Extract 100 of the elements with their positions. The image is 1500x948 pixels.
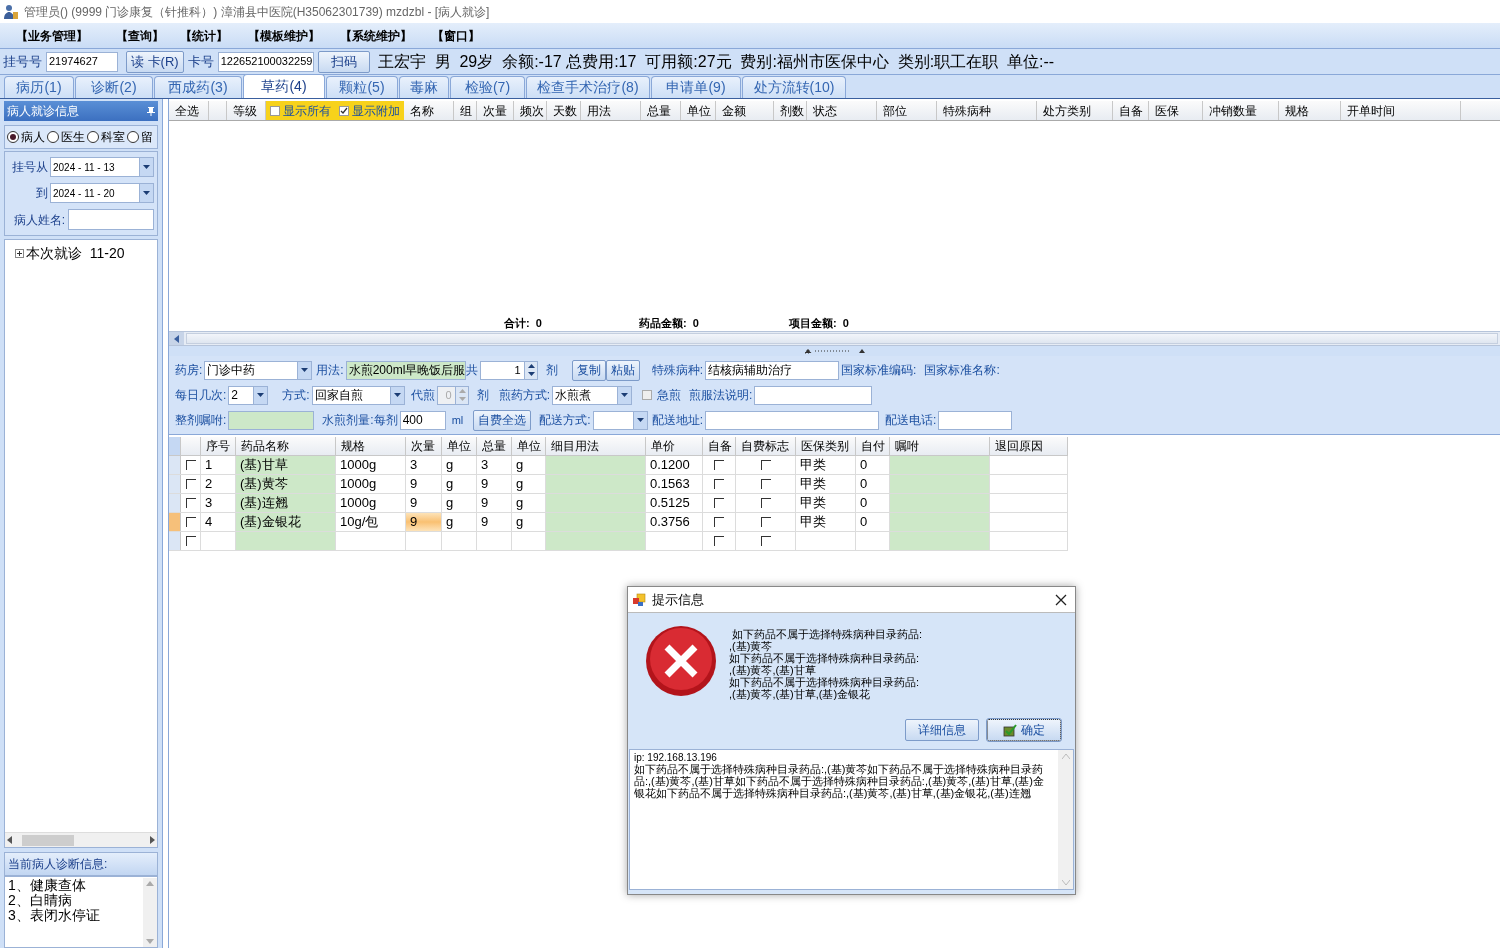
dialog-button[interactable]: 详细信息 [905, 719, 979, 741]
tab[interactable]: 检验(7) [450, 76, 525, 98]
column-header[interactable]: 自备 [1113, 101, 1149, 120]
read-card-button[interactable]: 读 卡(R) [126, 50, 184, 73]
input-field[interactable]: 400 [399, 410, 446, 430]
column-header[interactable]: 全选 [169, 101, 209, 120]
column-header[interactable]: 药品名称 [236, 437, 336, 455]
column-header[interactable]: 总量 [641, 101, 681, 120]
menu-item[interactable]: 【窗口】 [428, 26, 488, 45]
column-header[interactable]: 名称 [404, 101, 454, 120]
menu-item[interactable]: 【模板维护】 [244, 26, 336, 45]
column-header[interactable]: 开单时间 [1341, 101, 1461, 120]
column-header[interactable]: 总量 [477, 437, 512, 455]
card-number-field[interactable]: 122652100032259 [217, 51, 314, 72]
button[interactable]: 粘贴 [605, 359, 640, 381]
column-header[interactable]: 部位 [877, 101, 937, 120]
registration-number-field[interactable]: 21974627 [46, 51, 118, 72]
checkbox[interactable] [760, 536, 771, 546]
checkbox[interactable] [185, 479, 196, 489]
column-header[interactable]: 处方类别 [1037, 101, 1113, 120]
column-header[interactable]: 冲销数量 [1203, 101, 1279, 120]
checkbox[interactable] [714, 517, 724, 527]
dropdown[interactable]: 水煎煮 [552, 385, 633, 405]
checkbox[interactable] [339, 105, 349, 116]
input-field[interactable]: 水煎200ml早晚饭后服 [345, 360, 466, 380]
checkbox[interactable] [185, 460, 196, 470]
column-header[interactable]: 频次 [514, 101, 547, 120]
column-header[interactable]: 单位 [681, 101, 716, 120]
vertical-scrollbar[interactable] [1058, 750, 1073, 889]
tab[interactable]: 处方流转(10) [742, 76, 846, 98]
column-header[interactable]: 嘱咐 [890, 437, 990, 455]
date-picker[interactable]: 2024 - 11 - 13 [50, 157, 154, 177]
dialog-button[interactable]: 确定 [987, 719, 1061, 741]
column-header[interactable]: 规格 [1279, 101, 1341, 120]
column-header[interactable]: 次量 [406, 437, 442, 455]
column-header[interactable]: 序号 [201, 437, 236, 455]
tree-item[interactable]: 本次就诊 11-20 [26, 243, 125, 264]
checkbox[interactable] [760, 498, 771, 508]
column-header[interactable]: 特殊病种 [937, 101, 1037, 120]
button[interactable]: 复制 [571, 359, 606, 381]
checkbox[interactable] [760, 460, 771, 470]
radio-button[interactable] [127, 131, 139, 143]
tab[interactable]: 申请单(9) [651, 76, 741, 98]
column-header[interactable]: 退回原因 [990, 437, 1068, 455]
tab[interactable]: 毒麻 [399, 76, 449, 98]
dropdown[interactable]: 2 [228, 385, 269, 405]
radio-button[interactable] [47, 131, 59, 143]
column-header[interactable]: 组 [454, 101, 477, 120]
checkbox[interactable] [714, 460, 724, 470]
splitter-handle[interactable] [169, 346, 1500, 356]
column-header[interactable]: 细目用法 [546, 437, 646, 455]
date-picker[interactable]: 2024 - 11 - 20 [50, 183, 154, 203]
dropdown[interactable]: 门诊中药 [204, 360, 313, 380]
tab[interactable]: 颗粒(5) [326, 76, 398, 98]
button[interactable]: 自费全选 [473, 409, 532, 431]
column-header[interactable]: 自付 [856, 437, 890, 455]
column-header[interactable]: 剂数 [774, 101, 807, 120]
tab[interactable]: 检查手术治疗(8) [526, 76, 650, 98]
checkbox[interactable] [714, 498, 724, 508]
checkbox[interactable] [642, 390, 653, 400]
input-field[interactable]: 结核病辅助治疗 [705, 360, 840, 380]
checkbox[interactable] [270, 105, 280, 116]
column-header[interactable]: 医保类别 [796, 437, 856, 455]
scan-button[interactable]: 扫码 [317, 50, 370, 73]
spin-box[interactable]: 1 [479, 360, 538, 380]
checkbox[interactable] [185, 536, 196, 546]
tab[interactable]: 草药(4) [243, 74, 325, 98]
menu-item[interactable]: 【查询】 [112, 26, 176, 45]
menu-item[interactable]: 【系统维护】 [336, 26, 428, 45]
column-header[interactable]: 自备 [703, 437, 736, 455]
horizontal-scrollbar[interactable] [169, 331, 1500, 346]
checkbox[interactable] [760, 517, 771, 527]
vertical-scrollbar[interactable] [143, 878, 157, 947]
input-field[interactable] [228, 410, 315, 430]
radio-button[interactable] [7, 131, 19, 143]
column-header[interactable]: 规格 [336, 437, 406, 455]
input-field[interactable] [938, 410, 1013, 430]
column-header[interactable]: 状态 [807, 101, 877, 120]
patient-name-field[interactable] [68, 209, 154, 230]
column-header[interactable]: 用法 [581, 101, 641, 120]
column-header[interactable]: 单价 [646, 437, 703, 455]
menu-item[interactable]: 【业务管理】 [12, 26, 112, 45]
expander-icon[interactable] [15, 249, 24, 258]
checkbox[interactable] [760, 479, 771, 489]
column-header[interactable]: 金额 [716, 101, 774, 120]
dropdown[interactable]: 回家自煎 [311, 385, 405, 405]
column-header[interactable]: 天数 [547, 101, 581, 120]
checkbox[interactable] [714, 479, 724, 489]
tab[interactable]: 病历(1) [4, 76, 74, 98]
input-field[interactable] [705, 410, 879, 430]
column-header[interactable]: 医保 [1149, 101, 1203, 120]
checkbox[interactable] [714, 536, 724, 546]
tab[interactable]: 西成药(3) [154, 76, 242, 98]
column-header[interactable]: 单位 [512, 437, 546, 455]
column-header[interactable]: 自费标志 [736, 437, 796, 455]
column-header[interactable]: 单位 [442, 437, 477, 455]
checkbox[interactable] [185, 498, 196, 508]
radio-button[interactable] [87, 131, 99, 143]
horizontal-scrollbar[interactable] [5, 832, 157, 847]
tab[interactable]: 诊断(2) [75, 76, 153, 98]
